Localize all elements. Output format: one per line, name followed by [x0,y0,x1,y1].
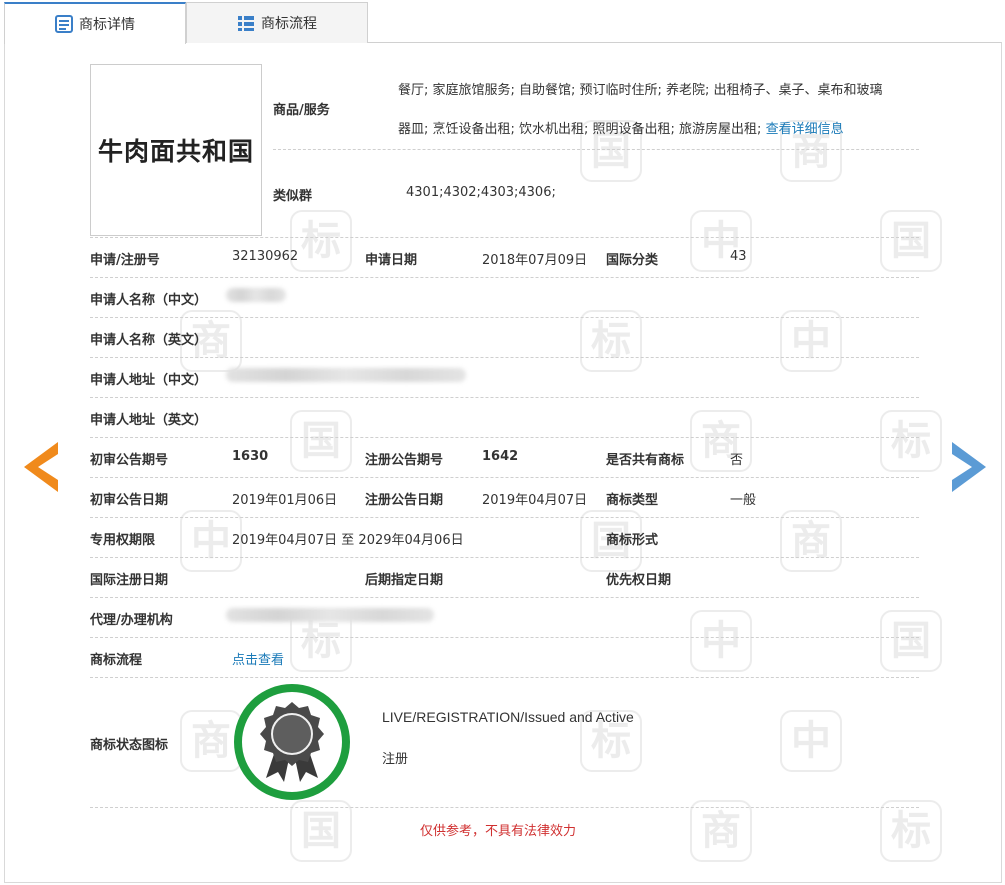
prelim-no-value: 1630 [232,449,269,464]
reg-no-label: 申请/注册号 [90,253,160,268]
divider [90,397,919,398]
address-cn-label: 申请人地址（中文） [90,373,208,388]
divider [90,237,919,238]
shared-label: 是否共有商标 [606,453,685,468]
divider [90,357,919,358]
trademark-image: 牛肉面共和国 [90,64,262,236]
reg-pub-no-label: 注册公告期号 [365,453,444,468]
redacted-applicant-cn [226,288,286,302]
similar-groups-value: 4301;4302;4303;4306; [406,185,556,200]
redacted-address-cn [226,368,466,382]
status-cn: 注册 [382,752,409,767]
divider [90,557,919,558]
goods-services-line1: 餐厅; 家庭旅馆服务; 自助餐馆; 预订临时住所; 养老院; 出租椅子、桌子、桌… [398,83,883,98]
applicant-en-label: 申请人名称（英文） [90,333,208,348]
divider [90,637,919,638]
reg-pub-no-value: 1642 [482,449,519,464]
divider [273,149,919,150]
intl-class-label: 国际分类 [606,253,659,268]
divider [90,677,919,678]
divider [90,477,919,478]
reg-pub-date-value: 2019年04月07日 [482,493,588,508]
chevron-right-icon [952,442,986,492]
reg-no-value: 32130962 [232,249,299,264]
divider [90,277,919,278]
divider [90,437,919,438]
trademark-image-text: 牛肉面共和国 [97,137,254,166]
chevron-left-icon [24,442,58,492]
view-details-link[interactable]: 查看详细信息 [766,122,844,137]
goods-services-label: 商品/服务 [273,103,330,118]
prelim-date-label: 初审公告日期 [90,493,169,508]
redacted-agent [226,608,434,622]
document-list-icon [55,15,73,33]
tm-type-value: 一般 [730,493,757,508]
shared-value: 否 [730,453,744,468]
next-arrow-button[interactable] [952,442,986,496]
agent-label: 代理/办理机构 [90,613,173,628]
address-en-label: 申请人地址（英文） [90,413,208,428]
tab-label: 商标流程 [261,16,317,32]
later-date-label: 后期指定日期 [365,573,444,588]
process-label: 商标流程 [90,653,143,668]
tm-form-label: 商标形式 [606,533,659,548]
applicant-cn-label: 申请人名称（中文） [90,293,208,308]
exclusive-value: 2019年04月07日 至 2029年04月06日 [232,533,464,548]
exclusive-label: 专用权期限 [90,533,156,548]
disclaimer: 仅供参考，不具有法律效力 [420,824,577,839]
award-ribbon-icon [234,684,350,800]
prelim-no-label: 初审公告期号 [90,453,169,468]
similar-groups-label: 类似群 [273,189,313,204]
status-en: LIVE/REGISTRATION/Issued and Active [382,709,634,725]
tab-label: 商标详情 [79,17,135,33]
divider [90,597,919,598]
prelim-date-value: 2019年01月06日 [232,493,338,508]
goods-services-line2: 器皿; 烹饪设备出租; 饮水机出租; 照明设备出租; 旅游房屋出租; [398,122,762,137]
tm-type-label: 商标类型 [606,493,659,508]
app-date-label: 申请日期 [365,253,418,268]
divider [90,807,919,808]
status-icon-label: 商标状态图标 [90,738,169,753]
reg-pub-date-label: 注册公告日期 [365,493,444,508]
tab-trademark-process[interactable]: 商标流程 [186,2,368,43]
goods-services-line2-wrap: 器皿; 烹饪设备出租; 饮水机出租; 照明设备出租; 旅游房屋出租; 查看详细信… [398,118,844,137]
tab-trademark-details[interactable]: 商标详情 [4,2,186,44]
divider [90,517,919,518]
priority-date-label: 优先权日期 [606,573,672,588]
intl-class-value: 43 [730,249,747,264]
tab-bar: 商标详情 商标流程 [4,2,368,44]
grid-list-icon [237,14,255,32]
intl-reg-date-label: 国际注册日期 [90,573,169,588]
prev-arrow-button[interactable] [24,442,58,496]
app-date-value: 2018年07月09日 [482,253,588,268]
view-process-link[interactable]: 点击查看 [232,649,284,668]
status-badge [232,682,352,802]
divider [90,317,919,318]
